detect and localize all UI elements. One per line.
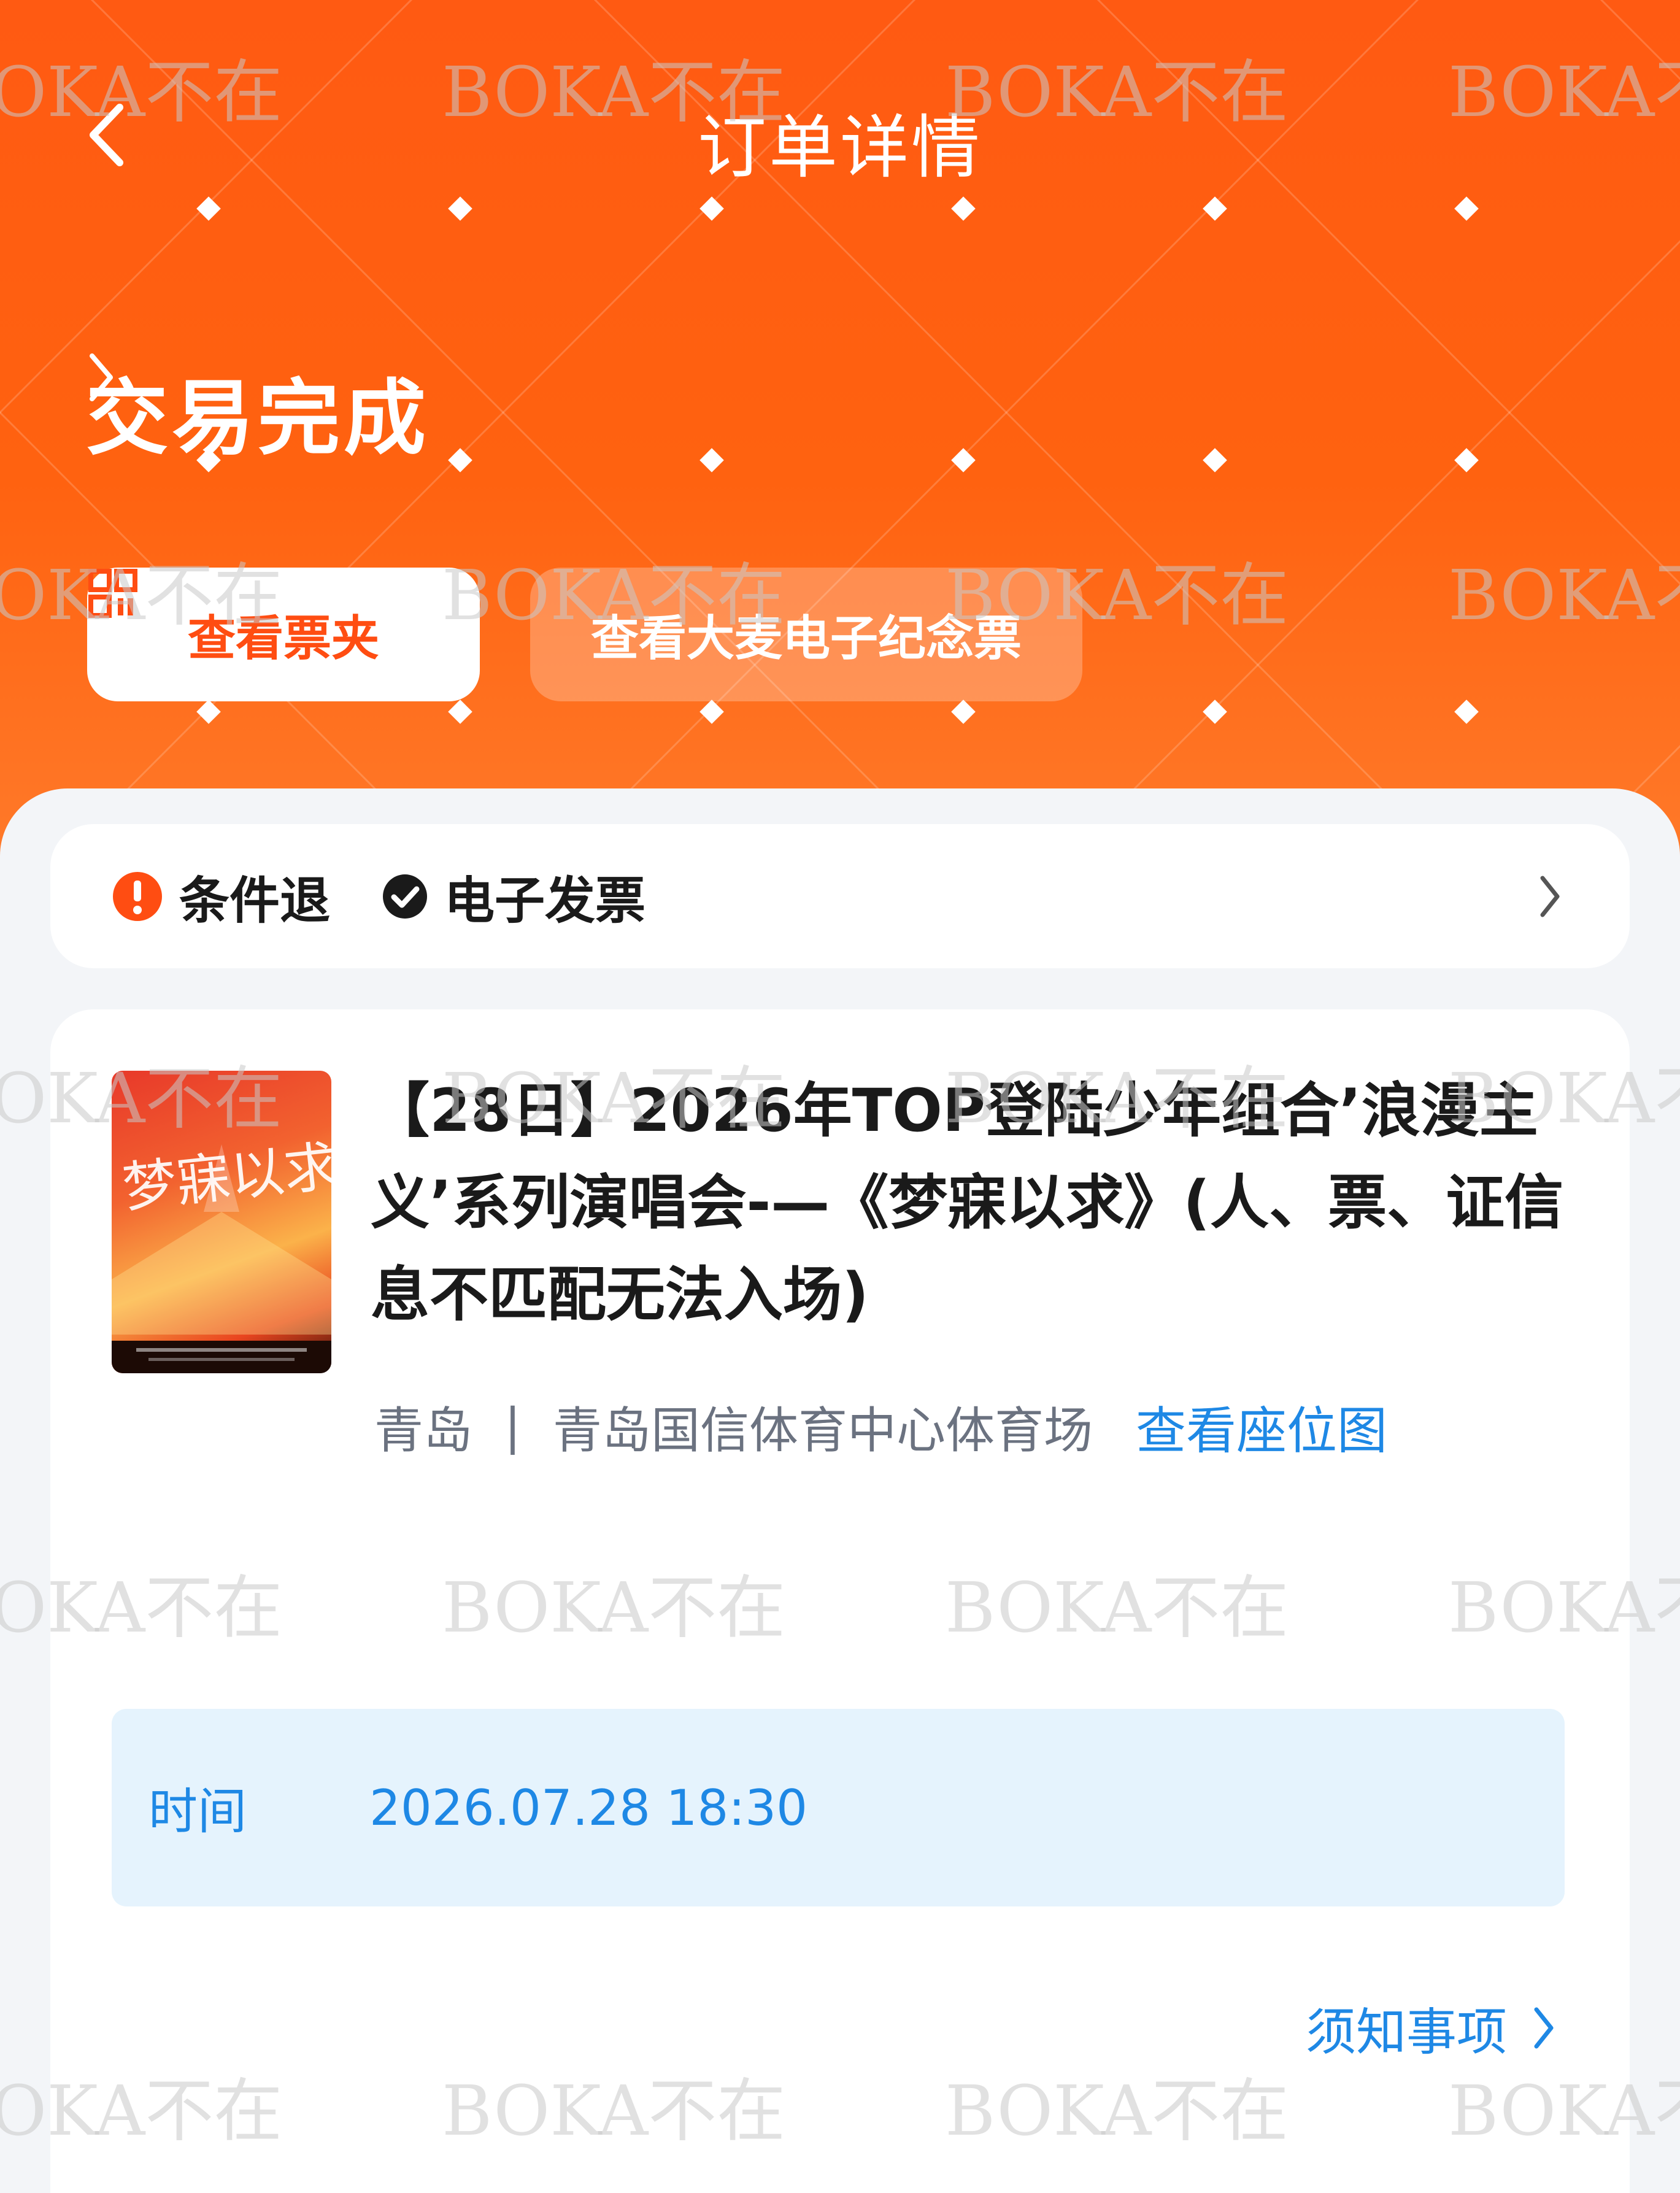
content-area: 条件退 电子发票 梦寐以求 【28日】2026年TOP登陆少年组合’浪漫主义’系… (0, 788, 1680, 2193)
service-tags-card[interactable]: 条件退 电子发票 (50, 824, 1630, 968)
pattern-dot (196, 700, 221, 724)
pattern-dot (951, 700, 976, 724)
chevron-right-icon (90, 353, 1594, 445)
check-circle-icon (383, 874, 428, 919)
view-seat-map-link[interactable]: 查看座位图 (1136, 1390, 1387, 1463)
header-background: 订单详情 交易完成 查看票夹 查看大麦电子纪念票 (0, 0, 1680, 871)
qr-code-icon (88, 569, 137, 618)
notice-link[interactable]: 须知事项 (1306, 1991, 1556, 2064)
pattern-dot (699, 700, 724, 724)
venue-row: 青岛 | 青岛国信体育中心体育场 查看座位图 (374, 1390, 1387, 1463)
pattern-dot (448, 700, 472, 724)
order-status: 交易完成 (86, 371, 430, 466)
pattern-dot (1203, 196, 1227, 221)
order-status-row[interactable]: 交易完成 (86, 350, 1594, 472)
order-info-card: 梦寐以求 【28日】2026年TOP登陆少年组合’浪漫主义’系列演唱会-—《梦寐… (50, 1009, 1630, 2193)
divider: | (504, 1398, 521, 1455)
service-tag-label: 条件退 (179, 872, 331, 930)
event-title: 【28日】2026年TOP登陆少年组合’浪漫主义’系列演唱会-—《梦寐以求》(人… (371, 1076, 1564, 1329)
pattern-dot (1454, 196, 1479, 221)
alert-circle-icon (113, 871, 162, 921)
poster-artwork: 梦寐以求 (112, 1134, 331, 1373)
pattern-dot (951, 196, 976, 221)
notice-link-label: 须知事项 (1305, 2003, 1507, 2062)
service-tag-label: 电子发票 (444, 872, 646, 930)
page-title: 订单详情 (698, 108, 982, 188)
service-tag-e-invoice: 电子发票 (382, 860, 645, 933)
pattern-dot (196, 196, 221, 221)
event-venue: 青岛国信体育中心体育场 (552, 1401, 1093, 1459)
header-action-buttons: 查看票夹 查看大麦电子纪念票 (87, 568, 1082, 701)
chevron-right-icon (1540, 876, 1560, 917)
service-tag-conditional-refund: 条件退 (112, 860, 330, 933)
chevron-right-icon (1534, 2007, 1554, 2048)
pattern-dot (1454, 700, 1479, 724)
time-label: 时间 (148, 1783, 247, 1840)
event-time-box: 时间 2026.07.28 18:30 (112, 1709, 1565, 1906)
time-value: 2026.07.28 18:30 (369, 1779, 808, 1836)
view-ticket-wallet-button[interactable]: 查看票夹 (87, 568, 480, 701)
view-souvenir-ticket-label: 查看大麦电子纪念票 (590, 611, 1022, 666)
view-souvenir-ticket-button[interactable]: 查看大麦电子纪念票 (530, 568, 1082, 701)
pattern-dot (699, 196, 724, 221)
event-city: 青岛 (374, 1401, 472, 1459)
pattern-dot (1203, 700, 1227, 724)
view-ticket-wallet-label: 查看票夹 (187, 611, 379, 666)
order-detail-screen: { "header": { "title": "订单详情", "status":… (0, 0, 1680, 2193)
pattern-dot (448, 196, 472, 221)
poster-title-text: 梦寐以求 (120, 1134, 331, 1219)
event-poster-image[interactable]: 梦寐以求 (112, 1071, 331, 1373)
